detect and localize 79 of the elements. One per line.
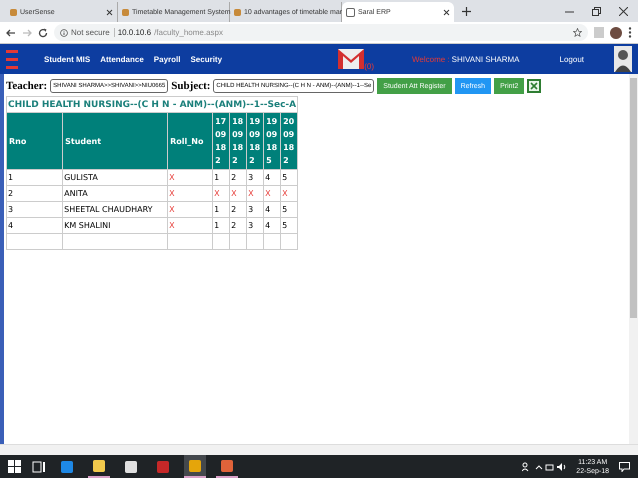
horizontal-scrollbar[interactable]: [0, 444, 638, 455]
column-header: 19 09 18 5: [264, 112, 281, 170]
table-cell: KM SHALINI: [62, 218, 168, 234]
profile-avatar[interactable]: [610, 26, 622, 38]
table-cell: 4: [6, 218, 63, 234]
table-cell: 2: [230, 170, 247, 186]
table-cell: 4: [264, 202, 281, 218]
table-cell: 3: [246, 170, 264, 186]
page-icon: [10, 8, 17, 16]
table-cell: 2: [230, 218, 247, 234]
teacher-label: Teacher:: [6, 80, 48, 92]
table-caption: CHILD HEALTH NURSING--(C H N - ANM)--(ANM)--1--Sec-A: [6, 96, 298, 112]
nav-link[interactable]: Attendance: [100, 54, 144, 64]
column-header: Student: [62, 112, 168, 170]
table-cell: X: [168, 218, 213, 234]
star-icon[interactable]: [573, 28, 582, 37]
table-cell: 3: [246, 218, 264, 234]
table-cell: 5: [280, 202, 298, 218]
avatar-silhouette: [614, 46, 632, 72]
page-icon: [234, 8, 241, 16]
table-cell: 4: [264, 170, 281, 186]
table-cell: X: [280, 186, 298, 202]
table-cell: 2: [230, 202, 247, 218]
mail-count: (0): [364, 62, 374, 71]
spreadsheet-icon[interactable]: [527, 79, 542, 93]
table-cell: X: [246, 186, 264, 202]
menu-icon[interactable]: [628, 27, 632, 38]
table-cell: 1: [212, 202, 230, 218]
info-icon: [60, 28, 68, 36]
table-cell: X: [168, 170, 213, 186]
table-cell: X: [168, 186, 213, 202]
welcome-label: Welcome :: [412, 54, 450, 64]
table-cell: 3: [246, 202, 264, 218]
table-cell: ANITA: [62, 186, 168, 202]
table-cell: X: [168, 202, 213, 218]
table-cell: 1: [212, 170, 230, 186]
restore-icon[interactable]: [592, 7, 601, 16]
table-cell: 1: [6, 170, 63, 186]
close-icon[interactable]: [619, 7, 628, 16]
close-icon[interactable]: [443, 8, 450, 16]
address-bar[interactable]: Not secure 10.0.10.6 /faculty_home.aspx: [54, 24, 588, 41]
table-cell: 5: [280, 170, 298, 186]
table-cell: 4: [264, 218, 281, 234]
nav-link[interactable]: Security: [190, 54, 222, 64]
new-tab-icon[interactable]: [462, 7, 471, 16]
column-header: 20 09 18 2: [280, 112, 298, 170]
nav-link[interactable]: Student MIS: [44, 54, 90, 64]
user-name: SHIVANI SHARMA: [452, 54, 520, 64]
column-header: 17 09 18 2: [212, 112, 230, 170]
table-cell: X: [230, 186, 247, 202]
nav-link[interactable]: Payroll: [154, 54, 180, 64]
logout-link[interactable]: Logout: [560, 54, 584, 64]
column-header: 19 09 18 2: [246, 112, 264, 170]
windows-start-icon[interactable]: [8, 460, 22, 474]
url-path: /faculty_home.aspx: [154, 28, 223, 37]
vertical-scrollbar[interactable]: [629, 74, 638, 444]
table-cell: 2: [6, 186, 63, 202]
back-icon[interactable]: [6, 28, 16, 38]
page-icon: [346, 8, 355, 16]
table-cell: 3: [6, 202, 63, 218]
subject-label: Subject:: [171, 80, 210, 92]
tray-icons[interactable]: [522, 462, 566, 472]
close-icon[interactable]: [106, 8, 113, 16]
column-header: 18 09 18 2: [230, 112, 247, 170]
table-cell: X: [212, 186, 230, 202]
table-cell: X: [264, 186, 281, 202]
mail-icon[interactable]: [338, 49, 364, 69]
table-cell: SHEETAL CHAUDHARY: [62, 202, 168, 218]
notification-icon[interactable]: [619, 462, 630, 472]
column-header: Roll_No: [168, 112, 213, 170]
table-cell: 5: [280, 218, 298, 234]
column-header: Rno: [6, 112, 63, 170]
table-cell: 1: [212, 218, 230, 234]
task-view-icon[interactable]: [32, 460, 46, 474]
url-host: 10.0.10.6: [118, 28, 152, 37]
table-cell: GULISTA: [62, 170, 168, 186]
page-icon: [122, 8, 129, 16]
security-label: Not secure: [71, 28, 115, 37]
reload-icon[interactable]: [38, 28, 48, 38]
